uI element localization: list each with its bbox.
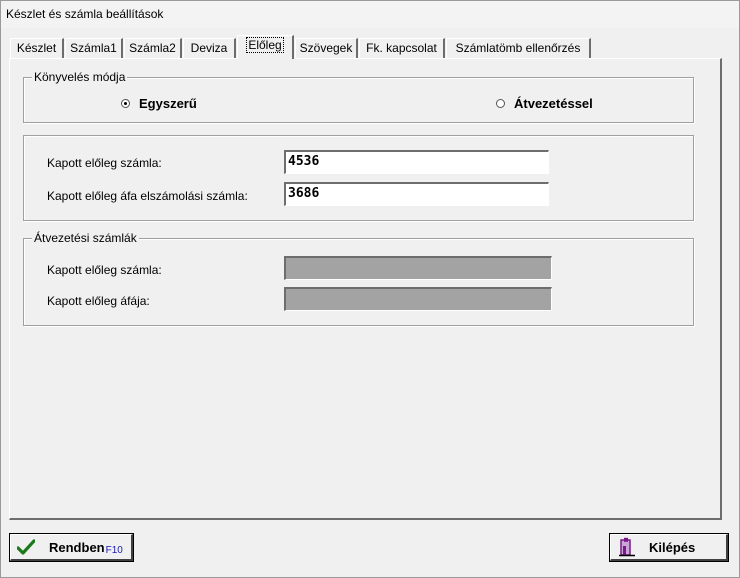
tab-label: Fk. kapcsolat [366, 41, 437, 55]
tab-szamla1[interactable]: Számla1 [65, 38, 123, 58]
atvezetesi-eloleg-szamla-label: Kapott előleg számla: [47, 263, 162, 277]
rendben-label: Rendben [49, 539, 105, 555]
radio-unchecked-icon [496, 99, 505, 108]
kapott-eloleg-szamla-label: Kapott előleg számla: [47, 156, 162, 170]
tab-deviza[interactable]: Deviza [183, 38, 236, 58]
tab-fk-kapcsolat[interactable]: Fk. kapcsolat [359, 38, 445, 58]
tab-keszlet[interactable]: Készlet [10, 38, 64, 58]
kilepes-label: Kilépés [649, 539, 696, 555]
konyveles-modja-title: Könyvelés módja [32, 70, 128, 84]
atvezetesi-szamlak-title: Átvezetési számlák [32, 231, 139, 245]
kilepes-button[interactable]: Kilépés [609, 533, 729, 562]
window-title: Készlet és számla beállítások [6, 7, 164, 21]
title-bar: Készlet és számla beállítások [0, 0, 740, 28]
tab-szamlatomb-ellenorzes[interactable]: Számlatömb ellenőrzés [446, 38, 591, 58]
tab-label: Számlatömb ellenőrzés [455, 41, 581, 55]
konyveles-modja-group: Könyvelés módja Egyszerű Átvezetéssel [23, 70, 694, 123]
atvezetesi-szamlak-group: Átvezetési számlák Kapott előleg számla:… [23, 231, 694, 326]
tab-label: Számla2 [129, 41, 176, 55]
radio-egyszeru[interactable]: Egyszerű [121, 96, 197, 111]
radio-atvezetessel-label: Átvezetéssel [514, 96, 593, 111]
tab-szamla2[interactable]: Számla2 [124, 38, 182, 58]
checkmark-icon [17, 539, 35, 555]
atvezetesi-eloleg-afa-input [284, 287, 552, 311]
tab-label: Számla1 [70, 41, 117, 55]
kapott-eloleg-afa-input[interactable]: 3686 [284, 182, 549, 206]
atvezetesi-eloleg-szamla-input [284, 256, 552, 280]
tab-szovegek[interactable]: Szövegek [295, 38, 358, 58]
rendben-button[interactable]: Rendben F10 [9, 533, 134, 562]
tab-label: Készlet [16, 41, 57, 55]
kapott-eloleg-afa-label: Kapott előleg áfa elszámolási számla: [47, 189, 248, 203]
atvezetesi-eloleg-afa-label: Kapott előleg áfája: [47, 294, 150, 308]
kapott-eloleg-szamla-input[interactable]: 4536 [284, 150, 549, 174]
radio-atvezetessel[interactable]: Átvezetéssel [496, 96, 593, 111]
radio-checked-icon [121, 99, 130, 108]
tab-eloleg[interactable]: Előleg [237, 35, 294, 59]
rendben-hotkey: F10 [105, 544, 123, 556]
radio-egyszeru-label: Egyszerű [139, 96, 197, 111]
exit-door-icon [619, 537, 635, 557]
tab-panel-eloleg: Könyvelés módja Egyszerű Átvezetéssel Ka… [9, 58, 722, 520]
eloleg-accounts-group: Kapott előleg számla: 4536 Kapott előleg… [23, 135, 694, 221]
tab-label: Deviza [190, 41, 228, 55]
tab-label: Előleg [246, 37, 284, 53]
tab-label: Szövegek [299, 41, 353, 55]
